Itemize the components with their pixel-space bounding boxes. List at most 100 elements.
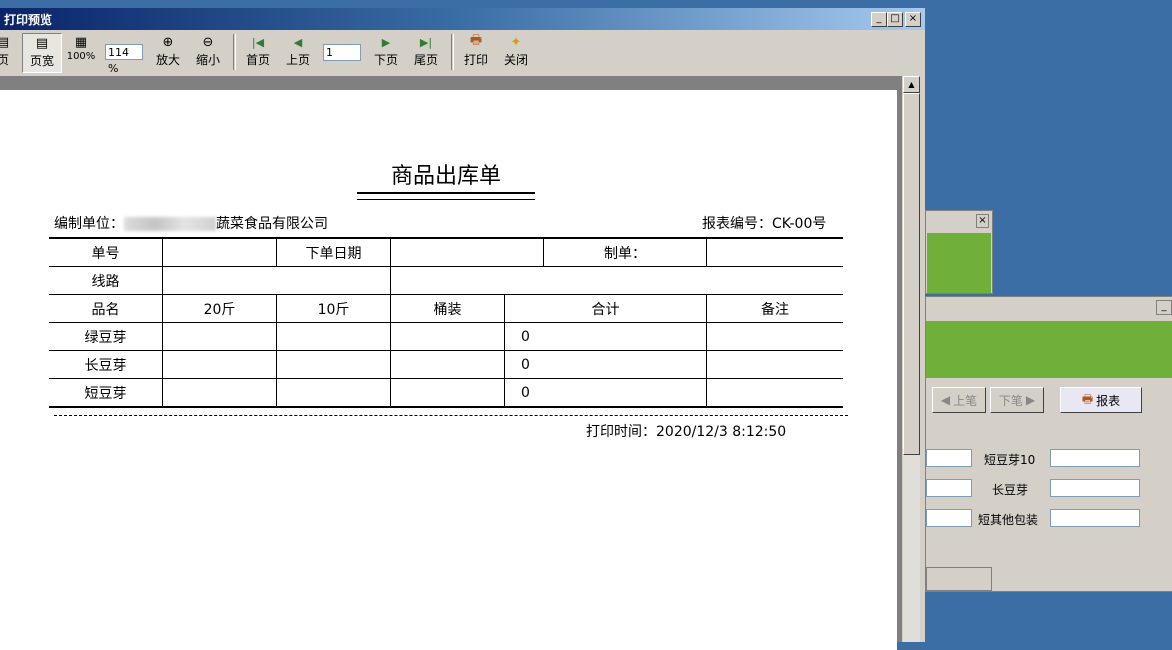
exit-icon: ✦: [510, 34, 522, 50]
zoom-input[interactable]: 114 %: [105, 44, 143, 75]
table-cell: [162, 378, 277, 408]
last-page-icon: ▶|: [419, 35, 433, 49]
window-title: 打印预览: [4, 13, 53, 27]
table-row: 品名 20斤 10斤 桶装 合计 备注: [49, 294, 843, 323]
table-cell: [276, 350, 391, 379]
quantity-field-4[interactable]: [1050, 479, 1140, 497]
table-cell: [390, 350, 505, 379]
prev-record-button[interactable]: ◀ 上笔: [932, 387, 986, 413]
toolbar: ▤ 页 ▤ 页宽 ▦ 100% 114 % ⊕ 放大 ⊖ 缩小 |◀ 首页 ◀ …: [0, 30, 925, 75]
preview-canvas[interactable]: 商品出库单 编制单位： 蔬菜食品有限公司 报表编号：CK-00号 单号 下单日期 …: [0, 76, 902, 650]
item-total: 0: [504, 350, 707, 379]
prev-page-button[interactable]: ◀ 上页: [283, 33, 313, 71]
title-underline: [357, 192, 535, 200]
column-header: 合计: [504, 294, 707, 323]
table-cell: [390, 266, 843, 295]
printer-icon: 🖶: [469, 33, 483, 48]
redacted-text: [124, 217, 216, 231]
table-cell: [276, 322, 391, 351]
vertical-scrollbar[interactable]: ▲: [903, 76, 920, 642]
report-page: 商品出库单 编制单位： 蔬菜食品有限公司 报表编号：CK-00号 单号 下单日期 …: [0, 90, 897, 650]
next-record-button[interactable]: 下笔 ▶: [990, 387, 1044, 413]
table-row: 线路: [49, 266, 843, 295]
table-row: 长豆芽 0: [49, 350, 843, 379]
table-cell: [162, 322, 277, 351]
zoom-out-icon: ⊖: [202, 34, 214, 50]
first-page-icon: |◀: [251, 35, 265, 49]
table-row: 绿豆芽 0: [49, 322, 843, 351]
item-name: 长豆芽: [49, 350, 163, 379]
first-page-button[interactable]: |◀ 首页: [243, 33, 273, 71]
scroll-up-icon[interactable]: ▲: [903, 76, 920, 93]
toolbar-separator: [233, 34, 236, 70]
table-cell: [162, 266, 391, 295]
page-width-button[interactable]: ▤ 页宽: [22, 33, 62, 73]
issuing-unit: 编制单位： 蔬菜食品有限公司: [54, 213, 328, 233]
quantity-field-3[interactable]: [926, 479, 972, 497]
table-cell: [390, 322, 505, 351]
close-button[interactable]: ×: [905, 12, 921, 27]
table-cell: [706, 238, 843, 267]
page-icon: ▤: [0, 34, 10, 50]
report-table: 单号 下单日期 制单： 线路 品名 20斤 10斤 桶装 合计 备注 绿豆芽 0…: [49, 238, 843, 408]
scroll-thumb[interactable]: [903, 93, 920, 455]
table-cell: 下单日期: [276, 238, 391, 267]
print-button[interactable]: 🖶 打印: [461, 33, 491, 71]
print-preview-window: 打印预览 _ □ × ▤ 页 ▤ 页宽 ▦ 100% 114 % ⊕ 放大 ⊖ …: [0, 8, 925, 650]
maximize-button[interactable]: □: [887, 12, 903, 27]
column-header: 备注: [706, 294, 843, 323]
whole-page-button[interactable]: ▤ 页: [0, 33, 14, 71]
field-label: 短豆芽10: [984, 453, 1036, 467]
toolbar-separator: [451, 34, 454, 70]
next-icon: ▶: [1025, 393, 1036, 407]
zoom-out-button[interactable]: ⊖ 缩小: [193, 33, 223, 71]
table-cell: [706, 350, 843, 379]
minimize-button[interactable]: _: [871, 12, 887, 27]
table-cell: [162, 238, 277, 267]
item-total: 0: [504, 378, 707, 408]
quantity-field-5[interactable]: [926, 509, 972, 527]
table-cell: [706, 322, 843, 351]
table-cell: 单号: [49, 238, 163, 267]
table-row: 单号 下单日期 制单：: [49, 238, 843, 267]
page-width-icon: ▤: [35, 35, 49, 51]
column-header: 桶装: [390, 294, 505, 323]
actual-size-button[interactable]: ▦ 100%: [64, 33, 98, 71]
grid-icon: ▦: [74, 34, 88, 50]
table-cell: [276, 378, 391, 408]
page-number-input[interactable]: 1: [323, 44, 361, 61]
last-page-button[interactable]: ▶| 尾页: [411, 33, 441, 71]
item-name: 短豆芽: [49, 378, 163, 408]
quantity-field-6[interactable]: [1050, 509, 1140, 527]
zoom-in-icon: ⊕: [162, 34, 174, 50]
column-header: 20斤: [162, 294, 277, 323]
background-window-main: _ ◀ 上笔 下笔 ▶ 🖶 报表 短豆芽10 长豆芽 短其他包装: [925, 296, 1172, 592]
field-label: 短其他包装: [978, 513, 1039, 527]
report-button[interactable]: 🖶 报表: [1060, 387, 1142, 413]
field-label: 长豆芽: [992, 483, 1029, 497]
next-page-button[interactable]: ▶ 下页: [371, 33, 401, 71]
table-cell: 制单：: [543, 238, 707, 267]
table-cell: [706, 378, 843, 408]
zoom-in-button[interactable]: ⊕ 放大: [153, 33, 183, 71]
report-title: 商品出库单: [390, 164, 501, 189]
close-icon[interactable]: ×: [976, 214, 989, 228]
table-cell: [390, 378, 505, 408]
quantity-field-2[interactable]: [1050, 449, 1140, 467]
background-window-small: ×: [925, 210, 993, 294]
minimize-icon[interactable]: _: [1156, 300, 1172, 315]
dotted-divider: [54, 415, 848, 416]
item-name: 绿豆芽: [49, 322, 163, 351]
green-panel: [927, 233, 991, 293]
table-cell: [390, 238, 544, 267]
title-bar[interactable]: 打印预览 _ □ ×: [0, 8, 925, 30]
table-cell: 线路: [49, 266, 163, 295]
next-page-icon: ▶: [381, 35, 391, 49]
print-time: 打印时间：2020/12/3 8:12:50: [586, 424, 787, 440]
close-preview-button[interactable]: ✦ 关闭: [501, 33, 531, 71]
quantity-field-1[interactable]: [926, 449, 972, 467]
printer-icon: 🖶: [1081, 391, 1094, 406]
table-row: 短豆芽 0: [49, 378, 843, 408]
prev-page-icon: ◀: [293, 35, 303, 49]
column-header: 品名: [49, 294, 163, 323]
